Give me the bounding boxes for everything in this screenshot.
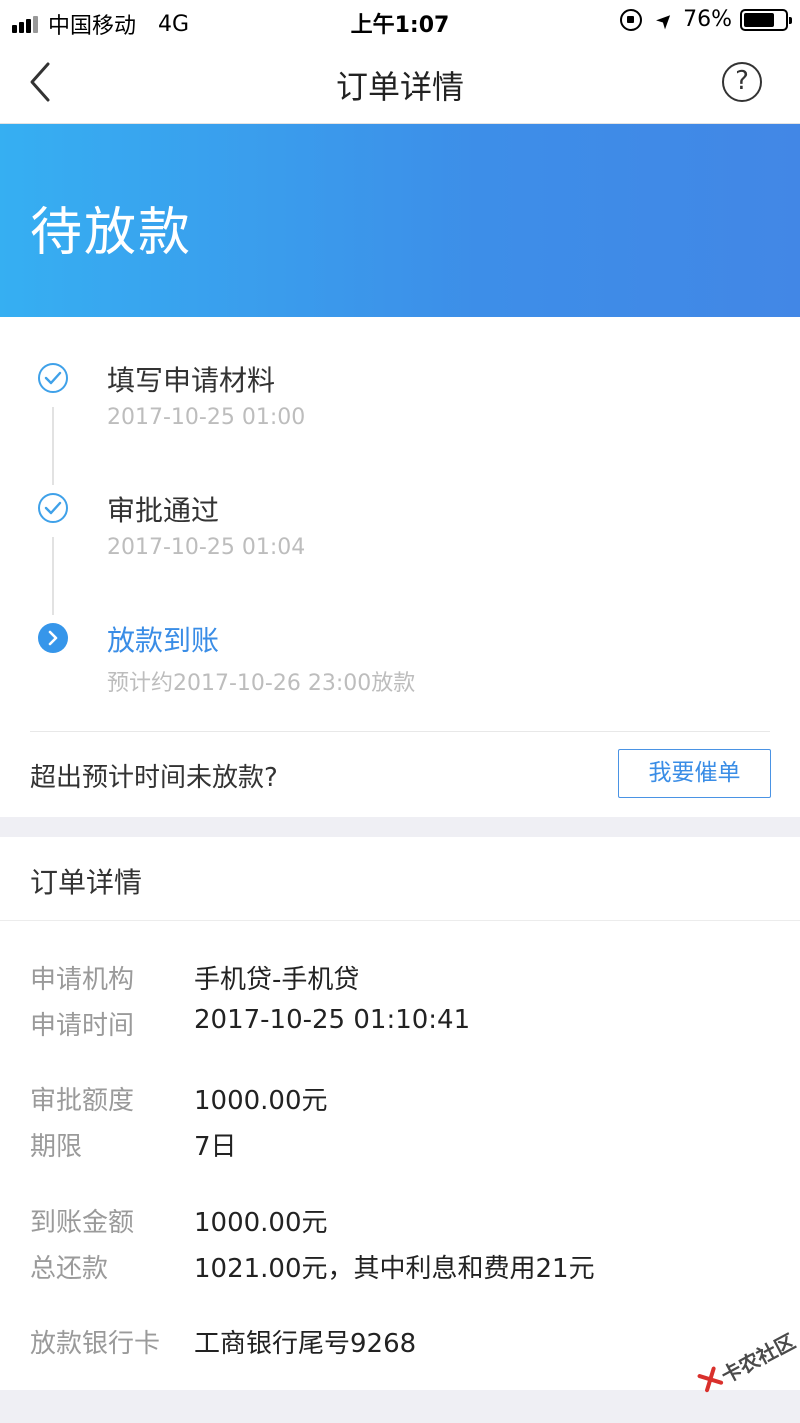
divider	[0, 920, 800, 921]
detail-value: 工商银行尾号9268	[194, 1329, 417, 1359]
detail-value: 1000.00元	[194, 1208, 328, 1238]
progress-timeline: 填写申请材料 2017-10-25 01:00 审批通过 2017-10-25 …	[0, 317, 800, 817]
status-banner: 待放款	[0, 124, 800, 317]
rotation-lock-icon	[620, 8, 643, 31]
timeline-step-title: 审批通过	[107, 494, 220, 527]
overdue-prompt: 超出预计时间未放款?	[30, 763, 278, 793]
section-title: 订单详情	[30, 866, 143, 899]
timeline-step-time: 2017-10-25 01:00	[107, 405, 306, 430]
timeline-step-time: 2017-10-25 01:04	[107, 535, 306, 560]
watermark-text: 卡农社区	[717, 1329, 800, 1388]
detail-value: 1021.00元，其中利息和费用21元	[194, 1254, 595, 1284]
section-gap	[0, 817, 800, 837]
timeline-step-title: 填写申请材料	[107, 364, 276, 397]
detail-label: 期限	[30, 1132, 83, 1162]
detail-label: 审批额度	[30, 1086, 135, 1116]
detail-label: 到账金额	[30, 1208, 135, 1238]
detail-value: 1000.00元	[194, 1086, 328, 1116]
detail-value: 手机贷-手机贷	[194, 965, 360, 995]
detail-label: 总还款	[30, 1254, 109, 1284]
detail-label: 放款银行卡	[30, 1329, 161, 1359]
order-status: 待放款	[30, 203, 193, 263]
detail-value: 7日	[194, 1132, 237, 1162]
page-title: 订单详情	[335, 68, 464, 106]
check-circle-icon	[38, 493, 68, 523]
section-gap	[0, 1390, 800, 1423]
timeline-step-title: 放款到账	[107, 624, 220, 657]
help-button[interactable]: ?	[722, 62, 762, 102]
nav-bar: 订单详情 ?	[0, 40, 800, 124]
status-right: ➤ 76%	[620, 5, 792, 34]
timeline-step-time: 预计约2017-10-26 23:00放款	[107, 671, 416, 696]
timeline-connector	[52, 407, 54, 485]
divider	[30, 731, 770, 732]
detail-label: 申请时间	[30, 1011, 135, 1041]
status-bar: 中国移动 4G 上午1:07 ➤ 76%	[0, 0, 800, 40]
question-mark-icon: ?	[735, 66, 749, 96]
battery-fill	[744, 12, 775, 27]
detail-label: 申请机构	[30, 965, 135, 995]
order-details-section: 订单详情 申请机构 手机贷-手机贷 申请时间 2017-10-25 01:10:…	[0, 837, 800, 1390]
location-icon: ➤	[650, 5, 680, 34]
battery-icon	[740, 8, 792, 31]
check-circle-icon	[38, 363, 68, 393]
chevron-right-circle-icon	[38, 623, 68, 653]
timeline-connector	[52, 537, 54, 615]
detail-value: 2017-10-25 01:10:41	[194, 1005, 471, 1035]
urge-order-button[interactable]: 我要催单	[618, 749, 771, 798]
battery-percent: 76%	[683, 7, 732, 32]
